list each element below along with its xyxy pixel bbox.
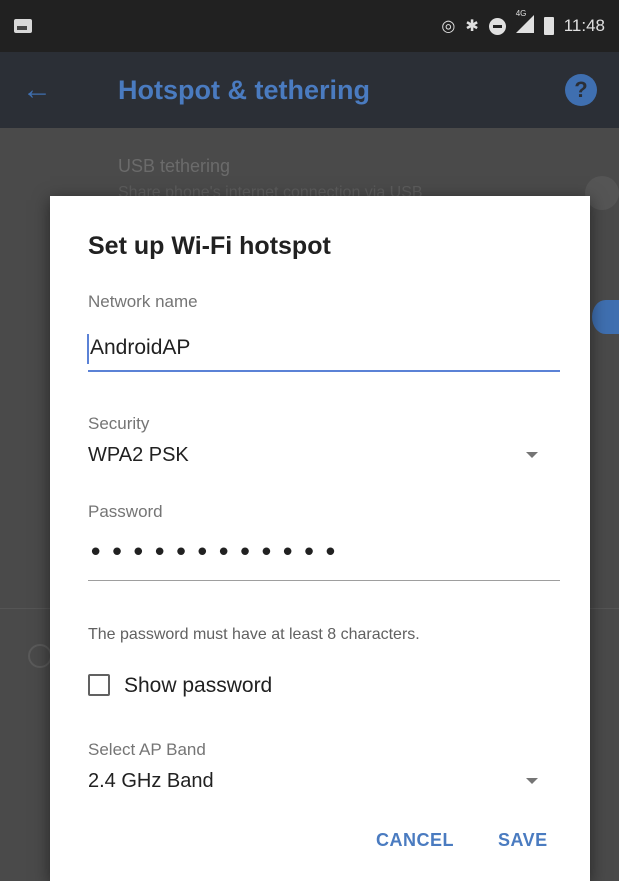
status-time: 11:48 [563, 16, 605, 35]
battery-icon [543, 17, 554, 35]
cancel-button[interactable]: CANCEL [376, 830, 454, 851]
arrow-left-icon[interactable]: ← [22, 73, 82, 107]
ap-band-label: Select AP Band [88, 740, 206, 759]
bluetooth-icon: ✱ [465, 18, 479, 35]
security-label: Security [88, 414, 150, 433]
password-label: Password [88, 502, 163, 521]
ap-band-dropdown-icon[interactable] [526, 778, 538, 784]
do-not-disturb-icon [488, 17, 506, 35]
show-password-label[interactable]: Show password [124, 674, 272, 698]
password-input[interactable]: •••••••••••• [88, 538, 344, 568]
text-cursor [87, 334, 89, 364]
list-item-icon [28, 644, 52, 668]
security-select[interactable]: WPA2 PSK [88, 444, 189, 467]
network-badge: 4G [515, 8, 527, 18]
help-icon[interactable]: ? [565, 74, 597, 106]
image-icon [14, 19, 32, 33]
hotspot-toggle [592, 300, 619, 334]
dialog-title: Set up Wi-Fi hotspot [88, 232, 331, 260]
hotspot-icon: ◎ [441, 18, 456, 35]
network-name-underline [88, 370, 560, 372]
status-bar: ◎ ✱ 4G 11:48 [0, 0, 619, 52]
network-name-label: Network name [88, 292, 198, 311]
page-title: Hotspot & tethering [118, 74, 370, 105]
network-name-input[interactable]: AndroidAP [90, 336, 190, 360]
app-bar: ← Hotspot & tethering ? [0, 52, 619, 128]
wifi-hotspot-dialog: Set up Wi-Fi hotspot Network name Androi… [50, 196, 590, 881]
signal-4g-icon: 4G [515, 9, 534, 38]
password-hint: The password must have at least 8 charac… [88, 626, 420, 643]
password-underline [88, 580, 560, 581]
usb-tethering-toggle [585, 176, 619, 210]
usb-tethering-title: USB tethering [118, 156, 231, 176]
ap-band-select[interactable]: 2.4 GHz Band [88, 770, 214, 793]
save-button[interactable]: SAVE [498, 830, 548, 851]
security-dropdown-icon[interactable] [526, 452, 538, 458]
show-password-checkbox[interactable] [88, 674, 110, 696]
